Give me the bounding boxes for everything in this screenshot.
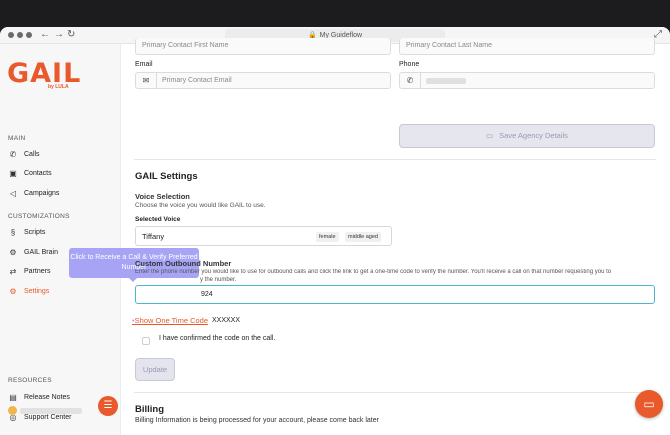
phone-label: Phone xyxy=(399,61,420,68)
billing-desc: Billing Information is being processed f… xyxy=(135,417,379,424)
sidebar: GAIL by LULA MAIN ✆ Calls ▣ Contacts ◁ Camp… xyxy=(0,44,121,435)
brain-icon: ⚙ xyxy=(9,247,17,257)
email-label: Email xyxy=(135,61,153,68)
reload-icon[interactable]: ↻ xyxy=(67,29,75,41)
window-close-dot[interactable] xyxy=(8,32,14,38)
outbound-number-value: 924 xyxy=(201,291,213,298)
confirm-code-checkbox[interactable] xyxy=(142,337,150,345)
sidebar-item-contacts[interactable]: ▣ Contacts xyxy=(8,166,51,180)
sidebar-item-campaigns[interactable]: ◁ Campaigns xyxy=(8,186,60,200)
browser-window: ← → ↻ 🔒 My Guideflow ⤢ GAIL by LULA MAIN … xyxy=(0,27,670,435)
customizations-section-label: CUSTOMIZATIONS xyxy=(8,213,70,220)
gail-logo: GAIL xyxy=(7,58,82,89)
voice-select[interactable]: Tiffany female middle aged xyxy=(135,226,392,246)
forward-arrow-icon[interactable]: → xyxy=(54,29,64,41)
sidebar-item-scripts[interactable]: § Scripts xyxy=(8,225,46,239)
selected-voice-label: Selected Voice xyxy=(135,216,181,223)
main-content: Primary Contact First Name Primary Conta… xyxy=(121,38,670,435)
sidebar-item-partners[interactable]: ⇄ Partners xyxy=(8,264,51,278)
expand-icon[interactable]: ⤢ xyxy=(654,29,662,41)
back-arrow-icon[interactable]: ← xyxy=(40,29,50,41)
voice-selection-desc: Choose the voice you would like GAIL to … xyxy=(135,202,266,209)
phone-icon: ✆ xyxy=(400,73,421,88)
gail-settings-title: GAIL Settings xyxy=(135,171,198,182)
resources-section-label: RESOURCES xyxy=(8,377,52,384)
mail-icon: ✉ xyxy=(136,73,157,88)
window-zoom-dot[interactable] xyxy=(26,32,32,38)
last-name-field[interactable]: Primary Contact Last Name xyxy=(399,38,655,55)
sidebar-item-release-notes[interactable]: ▤ Release Notes xyxy=(8,390,70,404)
gear-icon: ⚙ xyxy=(9,286,17,296)
script-icon: § xyxy=(10,227,16,237)
chat-bubble-icon[interactable]: ▭ xyxy=(635,390,663,418)
sidebar-item-settings[interactable]: ⚙ Settings xyxy=(8,284,49,298)
handshake-icon: ⇄ xyxy=(9,266,17,276)
first-name-field[interactable]: Primary Contact First Name xyxy=(135,38,391,55)
sidebar-item-gail-brain[interactable]: ⚙ GAIL Brain xyxy=(8,245,58,259)
megaphone-icon: ◁ xyxy=(9,188,17,198)
phone-field[interactable]: ✆ xyxy=(399,72,655,89)
outbound-number-desc-continued: y the number. xyxy=(200,277,237,283)
update-button[interactable]: Update xyxy=(135,358,175,381)
save-icon: ▭ xyxy=(486,131,494,140)
user-name-redacted xyxy=(20,408,82,414)
logo-subtitle: by LULA xyxy=(48,84,69,90)
voice-tag: middle aged xyxy=(345,232,381,242)
billing-title: Billing xyxy=(135,404,165,415)
save-agency-details-button[interactable]: ▭ Save Agency Details xyxy=(399,124,655,148)
window-minimize-dot[interactable] xyxy=(17,32,23,38)
show-one-time-code-link[interactable]: •Show One Time Code xyxy=(132,316,208,325)
selected-voice-name: Tiffany xyxy=(142,232,165,241)
email-field[interactable]: ✉ Primary Contact Email xyxy=(135,72,391,89)
phone-value-redacted xyxy=(426,78,466,84)
divider xyxy=(134,392,656,393)
contact-card-icon: ▣ xyxy=(9,168,17,178)
voice-tag: female xyxy=(316,232,339,242)
phone-icon: ✆ xyxy=(9,149,17,159)
main-section-label: MAIN xyxy=(8,135,26,142)
divider xyxy=(134,159,656,160)
notes-icon: ▤ xyxy=(9,392,17,402)
confirm-code-label: I have confirmed the code on the call. xyxy=(159,335,276,342)
outbound-number-desc: Enter the phone number you would like to… xyxy=(135,269,612,275)
avatar[interactable] xyxy=(8,406,17,415)
sidebar-item-calls[interactable]: ✆ Calls xyxy=(8,147,40,161)
one-time-code: XXXXXX xyxy=(212,317,241,324)
guide-menu-icon[interactable]: ☰ xyxy=(98,396,118,416)
outbound-number-input[interactable]: 924 xyxy=(135,285,655,304)
voice-selection-title: Voice Selection xyxy=(135,192,190,201)
outbound-number-title: Custom Outbound Number xyxy=(135,259,232,268)
